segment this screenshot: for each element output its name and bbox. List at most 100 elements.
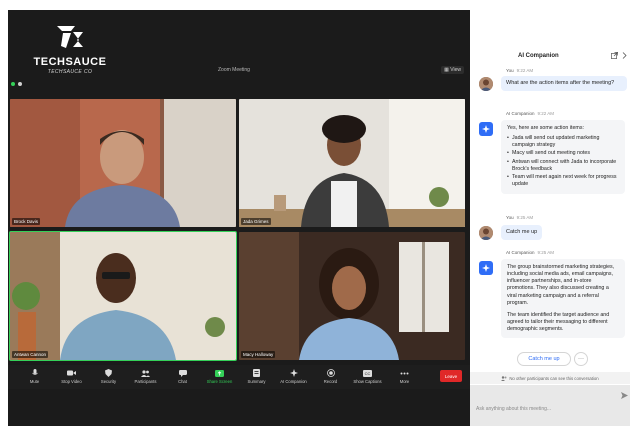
toolbar-label: More [399, 379, 410, 384]
privacy-notice: No other participants can see this conve… [470, 372, 630, 384]
video-feed-antwan [10, 232, 236, 360]
share-screen-button[interactable]: Share Screen [201, 365, 238, 389]
ai-summary-paragraph: The group brainstormed marketing strateg… [507, 264, 615, 306]
status-info-dot-icon [18, 82, 22, 86]
svg-text:CC: CC [365, 371, 371, 376]
participants-button[interactable]: Participants [127, 365, 164, 389]
more-options-button[interactable]: ··· [574, 352, 588, 366]
user-avatar-icon [479, 77, 493, 91]
mic-icon [30, 369, 39, 377]
stop-video-button[interactable]: Stop Video [53, 365, 90, 389]
user-message-bubble: Catch me up [501, 225, 543, 241]
chevron-right-icon[interactable] [622, 52, 627, 59]
ask-input[interactable] [470, 385, 630, 426]
toolbar-label: Record [323, 379, 338, 384]
video-feed-jada [239, 99, 465, 227]
message-meta: AI Companion 9:25 AM [506, 250, 554, 255]
privacy-notice-text: No other participants can see this conve… [509, 375, 599, 381]
techsauce-logo: TECHSAUCE TECHSAUCE CO [30, 22, 110, 75]
message-time: 9:22 AM [537, 111, 555, 116]
record-icon [326, 369, 335, 377]
list-item: Jada will send out updated marketing cam… [507, 135, 619, 149]
toolbar-label: Participants [134, 379, 157, 384]
ai-companion-button[interactable]: AI Companion [275, 365, 312, 389]
message-time: 9:25 AM [516, 215, 534, 220]
sparkle-icon [482, 264, 490, 272]
captions-icon: CC [363, 369, 372, 377]
meeting-title: Zoom Meeting [218, 67, 250, 73]
brand-name: TECHSAUCE [33, 56, 107, 68]
video-tile-antwan[interactable]: Antwan Cannon [9, 231, 237, 361]
mute-button[interactable]: Mute [16, 365, 53, 389]
summary-button[interactable]: Summary [238, 365, 275, 389]
techsauce-logo-mark-icon [57, 26, 83, 48]
list-item: Team will meet again next week for progr… [507, 174, 619, 188]
people-icon [141, 369, 150, 377]
security-button[interactable]: Security [90, 365, 127, 389]
more-button[interactable]: More [386, 365, 423, 389]
ai-message-bubble: Yes, here are some action items: Jada wi… [501, 120, 625, 195]
video-icon [67, 369, 76, 377]
video-feed-brock [10, 99, 236, 227]
leave-button[interactable]: Leave [440, 370, 462, 382]
message-meta: You 9:25 AM [506, 215, 533, 220]
show-captions-button[interactable]: CC Show Captions [349, 365, 386, 389]
action-items-list: Jada will send out updated marketing cam… [507, 135, 619, 188]
user-avatar-icon [479, 226, 493, 240]
ai-companion-panel: AI Companion You 9:22 AM What are the act… [470, 44, 630, 426]
sender-name: You [506, 68, 514, 73]
people-icon [501, 375, 507, 381]
summary-icon [252, 369, 261, 377]
participant-name: Macy Halloway [241, 351, 276, 358]
sender-name: AI Companion [506, 250, 535, 255]
chat-icon [178, 369, 187, 377]
message-meta: AI Companion 9:22 AM [506, 111, 554, 116]
ai-companion-avatar [479, 122, 493, 136]
sparkle-icon [482, 125, 490, 133]
ai-summary-paragraph: The team identified the target audience … [507, 311, 610, 333]
sender-name: You [506, 215, 514, 220]
brand-subtitle: TECHSAUCE CO [47, 69, 93, 75]
meeting-top-bar: TECHSAUCE TECHSAUCE CO Zoom Meeting ▦ Vi… [8, 10, 470, 96]
toolbar-label: AI Companion [280, 379, 307, 384]
view-button[interactable]: ▦ View [441, 66, 464, 74]
toolbar-label: Summary [247, 379, 266, 384]
send-icon[interactable] [621, 392, 628, 399]
participant-name: Antwan Cannon [12, 351, 49, 358]
video-feed-macy [239, 232, 465, 360]
ai-message-bubble: The group brainstormed marketing strateg… [501, 259, 625, 339]
toolbar-label: Security [100, 379, 117, 384]
video-tile-jada[interactable]: Jada Grimes [239, 99, 465, 227]
avatar [479, 77, 493, 91]
sender-name: AI Companion [506, 111, 535, 116]
message-time: 9:22 AM [516, 68, 534, 73]
toolbar-label: Show Captions [353, 379, 382, 384]
meeting-toolbar: Mute Stop Video Security Participants Ch… [8, 365, 470, 389]
user-message-bubble: What are the action items after the meet… [501, 76, 627, 92]
panel-header: AI Companion [470, 44, 630, 66]
avatar [479, 226, 493, 240]
chat-button[interactable]: Chat [164, 365, 201, 389]
message-meta: You 9:22 AM [506, 68, 533, 73]
catch-me-up-button[interactable]: Catch me up [517, 352, 571, 366]
video-tile-macy[interactable]: Macy Halloway [239, 232, 465, 360]
toolbar-label: Chat [178, 379, 187, 384]
connection-status [11, 82, 22, 86]
more-icon [400, 369, 409, 377]
shield-icon [104, 369, 113, 377]
sparkle-icon [289, 369, 298, 377]
toolbar-label: Share Screen [206, 379, 233, 384]
participant-name: Brock Davis [12, 218, 41, 225]
view-label: View [450, 67, 461, 73]
video-tile-brock[interactable]: Brock Davis [10, 99, 236, 227]
toolbar-label: Mute [29, 379, 40, 384]
toolbar-label: Stop Video [61, 379, 82, 384]
popout-icon[interactable] [611, 52, 618, 59]
list-item: Macy will send out meeting notes [507, 150, 619, 157]
record-button[interactable]: Record [312, 365, 349, 389]
participant-name: Jada Grimes [241, 218, 271, 225]
panel-title: AI Companion [518, 53, 559, 59]
zoom-meeting-window: TECHSAUCE TECHSAUCE CO Zoom Meeting ▦ Vi… [8, 10, 470, 426]
ai-message-intro: Yes, here are some action items: [507, 125, 584, 131]
screenshot-root: TECHSAUCE TECHSAUCE CO Zoom Meeting ▦ Vi… [0, 0, 630, 426]
